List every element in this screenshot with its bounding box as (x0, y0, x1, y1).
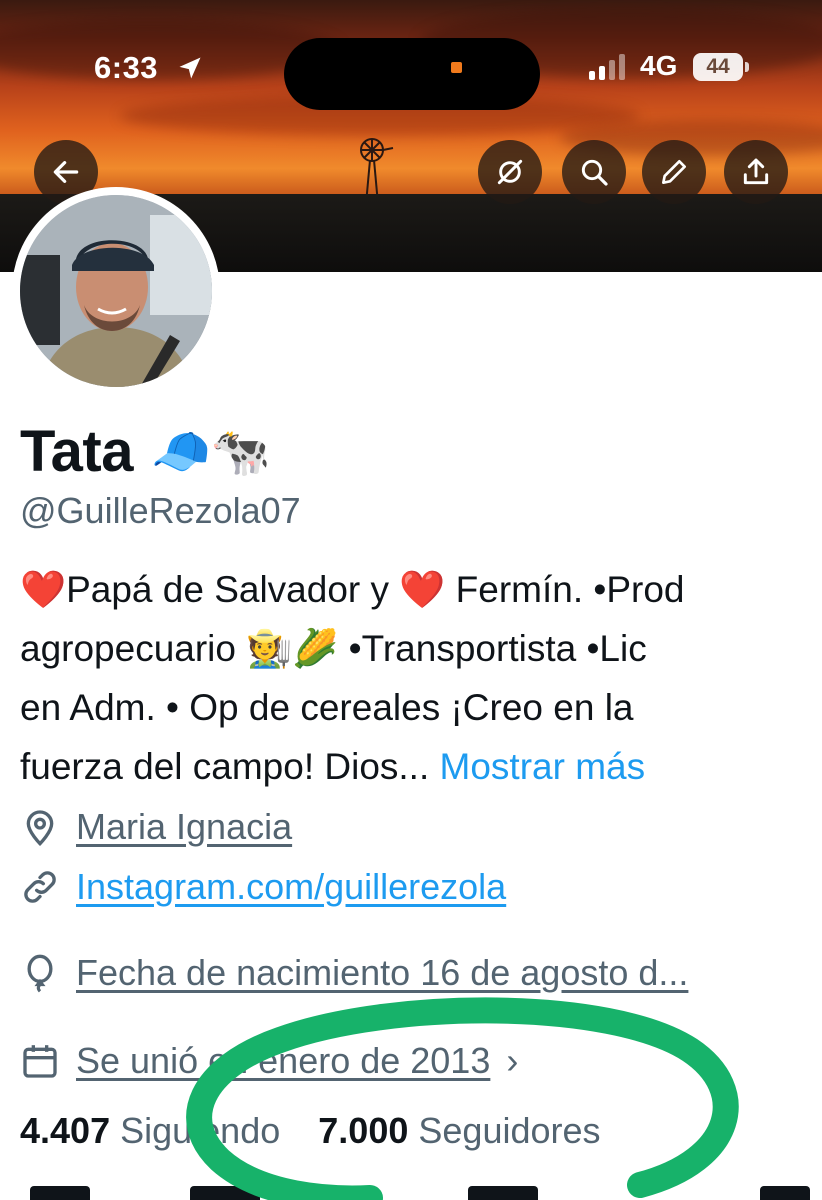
following-link[interactable]: 4.407 Siguiendo (20, 1110, 280, 1151)
location-text[interactable]: Maria Ignacia (76, 806, 292, 848)
location-pin-icon (26, 810, 54, 847)
bio-line-2: agropecuario 🧑‍🌾🌽 •Transportista •Lic (20, 628, 647, 669)
birthday-text[interactable]: Fecha de nacimiento 16 de agosto d... (76, 952, 688, 994)
arrow-left-icon (53, 161, 79, 183)
profile-handle: @GuilleRezola07 (20, 490, 301, 531)
heart-emoji: ❤️ (20, 569, 67, 610)
heart-emoji: ❤️ (399, 569, 446, 610)
share-icon (743, 158, 769, 185)
birthday-row[interactable]: Fecha de nacimiento 16 de agosto d... (20, 952, 688, 994)
network-type: 4G (640, 50, 678, 81)
recording-indicator (451, 62, 462, 73)
display-name: Tata (20, 419, 133, 484)
following-label: Siguiendo (120, 1110, 281, 1151)
dynamic-island (284, 38, 540, 110)
search-icon (581, 159, 608, 186)
website-row[interactable]: Instagram.com/guillerezola (20, 866, 506, 908)
name-emojis: 🧢🐄 (150, 426, 271, 479)
link-icon (24, 871, 56, 903)
bio-text: fuerza del campo! Dios... (20, 746, 440, 787)
chevron-right-icon[interactable]: › (506, 1040, 518, 1082)
bio-text: Papá de Salvador y (66, 569, 400, 610)
search-button[interactable] (562, 140, 626, 204)
profile-name-row: Tata 🧢🐄 (20, 418, 270, 485)
profile-bio: ❤️Papá de Salvador y ❤️ Fermín. •Prod ag… (20, 560, 810, 796)
avatar-photo (20, 195, 212, 387)
bell-slash-icon (497, 159, 523, 185)
bio-text: Fermín. •Prod (445, 569, 685, 610)
profile-tabs-peek (0, 1186, 822, 1200)
clock-time: 6:33 (94, 50, 159, 85)
status-bar: 6:33 4G 44 (0, 38, 822, 110)
bio-line-4: fuerza del campo! Dios... Mostrar más (20, 737, 810, 796)
edit-button[interactable] (642, 140, 706, 204)
show-more-link[interactable]: Mostrar más (440, 746, 646, 787)
bio-line-1: ❤️Papá de Salvador y ❤️ Fermín. •Prod (20, 560, 810, 619)
followers-label: Seguidores (418, 1110, 601, 1151)
bio-line-3: en Adm. • Op de cereales ¡Creo en la (20, 687, 634, 728)
following-count: 4.407 (20, 1110, 111, 1151)
battery-tip (745, 62, 749, 72)
battery-icon: 44 (693, 53, 743, 81)
battery-level: 44 (706, 55, 730, 78)
mute-button[interactable] (478, 140, 542, 204)
follow-stats: 4.407 Siguiendo 7.000 Seguidores (20, 1110, 601, 1152)
balloon-icon (27, 954, 53, 993)
avatar[interactable] (12, 187, 220, 395)
calendar-icon (23, 1045, 57, 1078)
followers-count: 7.000 (318, 1110, 409, 1151)
followers-link[interactable]: 7.000 Seguidores (318, 1110, 600, 1151)
joined-text[interactable]: Se unió en enero de 2013 (76, 1040, 490, 1082)
share-button[interactable] (724, 140, 788, 204)
cellular-signal-icon (589, 54, 625, 80)
location-row[interactable]: Maria Ignacia (20, 806, 292, 848)
joined-row[interactable]: Se unió en enero de 2013 › (20, 1040, 518, 1082)
website-link[interactable]: Instagram.com/guillerezola (76, 866, 506, 908)
pencil-icon (662, 160, 686, 184)
location-arrow-icon (179, 57, 201, 79)
